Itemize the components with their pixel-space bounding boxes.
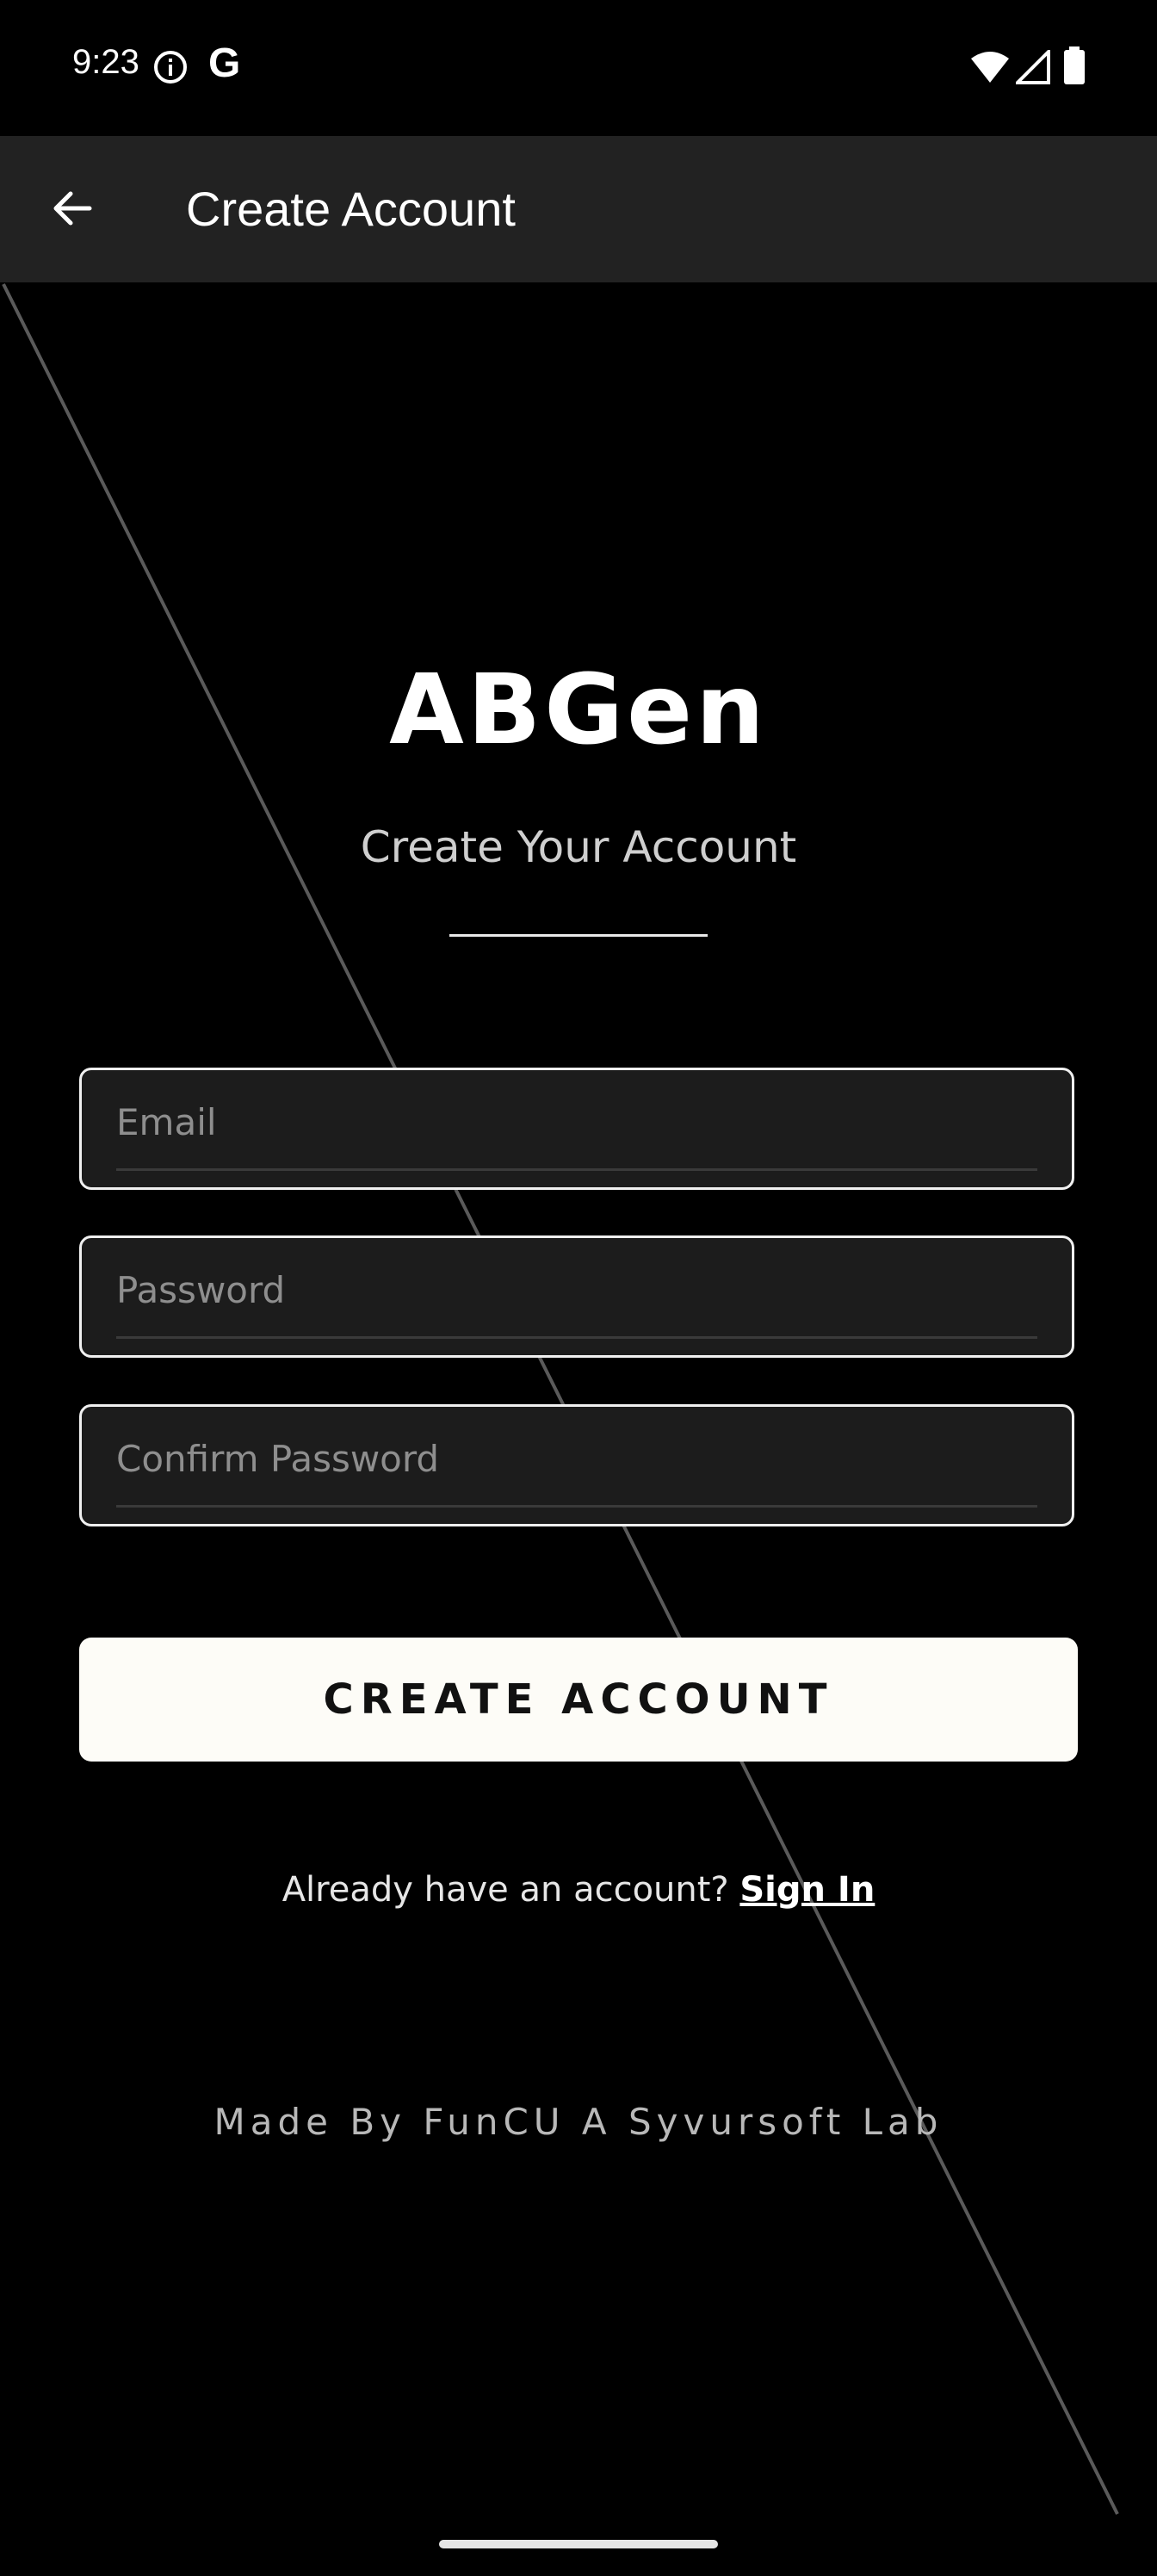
wifi-icon <box>971 52 1009 83</box>
create-account-button[interactable]: CREATE ACCOUNT <box>79 1638 1078 1762</box>
signin-prompt: Already have an account? <box>282 1870 740 1910</box>
confirm-password-field-container <box>79 1404 1074 1526</box>
password-field-container <box>79 1235 1074 1358</box>
status-bar: 9:23 G <box>0 0 1157 136</box>
password-underline <box>116 1336 1037 1339</box>
password-input[interactable] <box>116 1255 1037 1324</box>
email-field-container <box>79 1068 1074 1190</box>
divider <box>449 934 708 937</box>
subtitle: Create Your Account <box>360 822 797 872</box>
home-indicator[interactable] <box>439 2540 718 2548</box>
signal-icon <box>1016 50 1050 84</box>
back-button[interactable] <box>38 170 107 246</box>
footer-credit: Made By FunCU A Syvursoft Lab <box>213 2101 944 2143</box>
confirm-password-input[interactable] <box>116 1424 1037 1493</box>
sign-in-link[interactable]: Sign In <box>739 1870 875 1910</box>
app-bar <box>0 136 1157 282</box>
arrow-left-icon <box>53 191 92 226</box>
email-underline <box>116 1168 1037 1171</box>
google-g-icon: G <box>208 40 241 86</box>
info-circle-icon <box>154 51 187 84</box>
confirm-password-underline <box>116 1505 1037 1508</box>
status-time: 9:23 <box>72 43 139 81</box>
signin-row: Already have an account? Sign In <box>0 1870 1157 1910</box>
page-title: Create Account <box>186 182 516 236</box>
email-input[interactable] <box>116 1087 1037 1156</box>
battery-icon <box>1064 46 1085 84</box>
brand-logo-text: ABGen <box>389 654 768 766</box>
